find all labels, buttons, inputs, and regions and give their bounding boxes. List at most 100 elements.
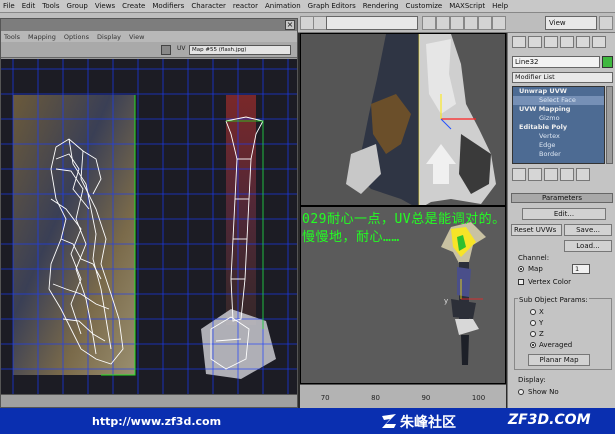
menu-item[interactable]: Group [67,2,88,10]
uv-menu-item[interactable]: Display [97,33,121,41]
timeline-tick: 90 [421,394,431,402]
stack-modifier-item[interactable]: Unwrap UVW [513,87,604,96]
modifier-stack-scrollbar[interactable] [606,86,613,164]
timeline-tick: 70 [320,394,330,402]
uv-menu-item[interactable]: View [129,33,144,41]
utilities-tab-icon[interactable] [592,36,606,48]
menu-item[interactable]: Customize [405,2,442,10]
sub-object-params-label: Sub Object Params: [518,296,589,304]
close-icon[interactable]: × [285,20,295,30]
schematic-button[interactable] [492,16,506,30]
menu-item[interactable]: reactor [233,2,258,10]
modifier-list-dropdown[interactable]: Modifier List [512,72,613,83]
stack-subobject-item[interactable]: Vertex [513,132,604,141]
hierarchy-tab-icon[interactable] [544,36,558,48]
display-tab-icon[interactable] [576,36,590,48]
create-tab-icon[interactable] [512,36,526,48]
motion-tab-icon[interactable] [560,36,574,48]
overlay-note-line1: 029耐心一点，UV总是能调对的。 [302,212,506,227]
mirror-button[interactable] [436,16,450,30]
uv-edit-canvas[interactable] [1,59,297,395]
parameters-rollout-title[interactable]: Parameters [511,193,613,203]
channel-label: Channel: [518,254,550,262]
checker-icon[interactable] [161,45,171,55]
stack-subobject-item[interactable]: Gizmo [513,114,604,123]
axis-z-label: Z [539,330,544,338]
select-tool-button[interactable] [300,16,314,30]
pin-stack-icon[interactable] [512,168,526,181]
remove-modifier-icon[interactable] [560,168,574,181]
move-tool-button[interactable] [313,16,327,30]
display-label: Display: [518,376,546,384]
configure-sets-icon[interactable] [576,168,590,181]
menu-item[interactable]: Edit [22,2,36,10]
timeline-tick-labels: 70 80 90 100 [300,394,506,402]
menu-item[interactable]: Tools [42,2,59,10]
object-name-field[interactable]: Line32 [512,56,600,68]
uv-menu-item[interactable]: Tools [4,33,20,41]
viewport-model [301,34,505,205]
averaged-radio[interactable] [530,342,536,348]
named-selection-button[interactable] [422,16,436,30]
save-button[interactable]: Save... [564,224,612,236]
map-channel-spinner[interactable]: 1 [572,264,590,274]
render-button[interactable] [599,16,613,30]
reset-uvws-button[interactable]: Reset UVWs [511,224,562,236]
menu-item[interactable]: MAXScript [449,2,485,10]
uv-menu-item[interactable]: Options [64,33,89,41]
menu-item[interactable]: Animation [265,2,301,10]
banner-brand: 朱峰社区 [400,415,456,431]
banner-site: ZF3D.COM [508,412,591,428]
uv-status-bar [1,394,297,407]
menu-item[interactable]: File [3,2,15,10]
axis-y-radio[interactable] [530,320,536,326]
site-logo-icon [382,414,396,428]
stack-subobject-item[interactable]: Select Face [513,96,604,105]
axis-z-radio[interactable] [530,331,536,337]
object-color-swatch[interactable] [602,56,613,68]
perspective-viewport[interactable] [300,33,506,206]
uv-toolbar: UV Map #55 (flash.jpg) [1,42,297,58]
curve-editor-button[interactable] [478,16,492,30]
menu-item[interactable]: Modifiers [152,2,184,10]
menu-item[interactable]: Graph Editors [308,2,356,10]
layer-button[interactable] [464,16,478,30]
stack-subobject-item[interactable]: Border [513,150,604,159]
stack-modifier-item[interactable]: UVW Mapping [513,105,604,114]
menu-item[interactable]: Help [492,2,508,10]
edit-button[interactable]: Edit... [522,208,606,220]
selection-set-combo[interactable] [326,16,418,30]
uv-label: UV [177,45,186,52]
texture-image [13,95,135,375]
show-no-radio[interactable] [518,389,524,395]
stack-subobject-item[interactable]: Edge [513,141,604,150]
menu-item[interactable]: Views [95,2,115,10]
texture-strip [226,95,256,325]
parameters-rollout: Parameters Edit... Reset UVWs Save... Lo… [507,190,615,408]
texture-select-combo[interactable]: Map #55 (flash.jpg) [189,45,291,55]
stack-modifier-item[interactable]: Editable Poly [513,123,604,132]
planar-map-button[interactable]: Planar Map [528,354,590,366]
banner-url[interactable]: http://www.zf3d.com [92,415,221,428]
axis-x-label: X [539,308,544,316]
show-end-result-icon[interactable] [528,168,542,181]
modify-tab-icon[interactable] [528,36,542,48]
svg-text:y: y [444,297,448,305]
menu-item[interactable]: Create [122,2,145,10]
map-radio[interactable] [518,266,524,272]
timeline-ruler[interactable]: 70 80 90 100 [300,384,506,408]
timeline-tick: 100 [471,394,486,402]
uv-menu-item[interactable]: Mapping [28,33,56,41]
menu-item[interactable]: Rendering [363,2,399,10]
map-label: Map [528,265,543,273]
make-unique-icon[interactable] [544,168,558,181]
vertex-color-checkbox[interactable] [518,279,524,285]
align-button[interactable] [450,16,464,30]
menu-item[interactable]: Character [191,2,226,10]
modifier-stack[interactable]: Unwrap UVW Select Face UVW Mapping Gizmo Edi… [512,86,605,164]
view-combo[interactable]: View [545,16,597,30]
axis-x-radio[interactable] [530,309,536,315]
vertex-color-label: Vertex Color [528,278,572,286]
uv-window-titlebar[interactable]: × [1,19,297,31]
load-button[interactable]: Load... [564,240,612,252]
